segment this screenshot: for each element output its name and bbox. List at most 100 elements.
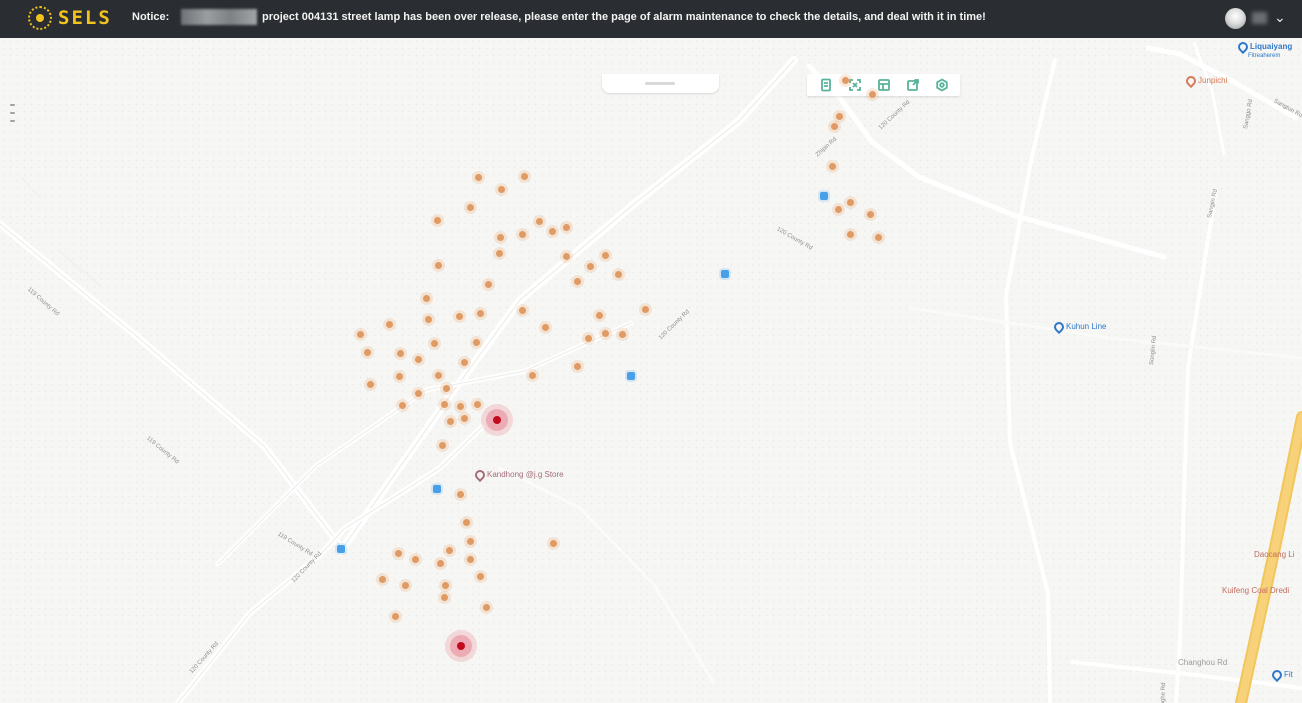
street-lamp-marker[interactable] — [842, 77, 849, 84]
street-lamp-marker[interactable] — [483, 604, 490, 611]
street-lamp-marker[interactable] — [423, 295, 430, 302]
street-lamp-marker[interactable] — [461, 359, 468, 366]
chevron-down-icon[interactable]: ⌄ — [1274, 9, 1286, 26]
map-facility-pin[interactable] — [337, 545, 345, 553]
street-lamp-marker[interactable] — [836, 113, 843, 120]
street-lamp-marker[interactable] — [364, 349, 371, 356]
app-logo[interactable]: SELS — [28, 6, 112, 30]
map-facility-pin[interactable] — [433, 485, 441, 493]
user-avatar[interactable] — [1225, 8, 1246, 29]
street-lamp-marker[interactable] — [467, 204, 474, 211]
alarm-lamp-marker[interactable] — [445, 630, 477, 662]
street-lamp-marker[interactable] — [831, 123, 838, 130]
street-lamp-marker[interactable] — [875, 234, 882, 241]
street-lamp-marker[interactable] — [536, 218, 543, 225]
street-lamp-marker[interactable] — [395, 550, 402, 557]
street-lamp-marker[interactable] — [847, 199, 854, 206]
street-lamp-marker[interactable] — [434, 217, 441, 224]
side-menu-handle[interactable] — [10, 104, 15, 122]
street-lamp-marker[interactable] — [467, 538, 474, 545]
street-lamp-marker[interactable] — [642, 306, 649, 313]
street-lamp-marker[interactable] — [477, 310, 484, 317]
street-lamp-marker[interactable] — [587, 263, 594, 270]
street-lamp-marker[interactable] — [563, 224, 570, 231]
street-lamp-marker[interactable] — [446, 547, 453, 554]
poi-liquaiyang[interactable]: Liquaiyang — [1235, 39, 1292, 55]
street-lamp-marker[interactable] — [829, 163, 836, 170]
street-lamp-marker[interactable] — [574, 363, 581, 370]
street-lamp-marker[interactable] — [519, 231, 526, 238]
street-lamp-marker[interactable] — [574, 278, 581, 285]
street-lamp-marker[interactable] — [441, 594, 448, 601]
map-facility-pin[interactable] — [721, 270, 729, 278]
map-canvas[interactable]: 119 County Rd 119 County Rd 119 County Rd 1… — [0, 38, 1302, 703]
street-lamp-marker[interactable] — [392, 613, 399, 620]
street-lamp-marker[interactable] — [529, 372, 536, 379]
street-lamp-marker[interactable] — [415, 390, 422, 397]
street-lamp-marker[interactable] — [467, 556, 474, 563]
poi-kuhun[interactable]: Kuhun Line — [1051, 319, 1106, 335]
street-lamp-marker[interactable] — [367, 381, 374, 388]
street-lamp-marker[interactable] — [435, 262, 442, 269]
street-lamp-marker[interactable] — [497, 234, 504, 241]
street-lamp-marker[interactable] — [474, 401, 481, 408]
street-lamp-marker[interactable] — [463, 519, 470, 526]
street-lamp-marker[interactable] — [435, 372, 442, 379]
street-lamp-marker[interactable] — [519, 307, 526, 314]
street-lamp-marker[interactable] — [867, 211, 874, 218]
notice-message[interactable]: project 004131 street lamp has been over… — [262, 11, 986, 23]
street-lamp-marker[interactable] — [835, 206, 842, 213]
street-lamp-marker[interactable] — [439, 442, 446, 449]
street-lamp-marker[interactable] — [473, 339, 480, 346]
street-lamp-marker[interactable] — [563, 253, 570, 260]
street-lamp-marker[interactable] — [441, 401, 448, 408]
export-icon[interactable] — [906, 78, 920, 92]
poi-junpu[interactable]: Junpichi — [1183, 73, 1227, 89]
grid-icon[interactable] — [877, 78, 891, 92]
poi-fit[interactable]: Fit — [1269, 667, 1293, 683]
street-lamp-marker[interactable] — [596, 312, 603, 319]
street-lamp-marker[interactable] — [386, 321, 393, 328]
street-lamp-marker[interactable] — [402, 582, 409, 589]
street-lamp-marker[interactable] — [498, 186, 505, 193]
street-lamp-marker[interactable] — [457, 491, 464, 498]
street-lamp-marker[interactable] — [442, 582, 449, 589]
street-lamp-marker[interactable] — [447, 418, 454, 425]
street-lamp-marker[interactable] — [456, 313, 463, 320]
poi-store[interactable]: Kandhong @j.g Store — [472, 467, 564, 483]
street-lamp-marker[interactable] — [431, 340, 438, 347]
street-lamp-marker[interactable] — [437, 560, 444, 567]
street-lamp-marker[interactable] — [585, 335, 592, 342]
street-lamp-marker[interactable] — [485, 281, 492, 288]
document-icon[interactable] — [819, 78, 833, 92]
street-lamp-marker[interactable] — [619, 331, 626, 338]
street-lamp-marker[interactable] — [475, 174, 482, 181]
street-lamp-marker[interactable] — [397, 350, 404, 357]
street-lamp-marker[interactable] — [457, 403, 464, 410]
street-lamp-marker[interactable] — [461, 415, 468, 422]
settings-icon[interactable] — [935, 78, 949, 92]
map-search-drawer[interactable] — [602, 74, 719, 93]
street-lamp-marker[interactable] — [496, 250, 503, 257]
street-lamp-marker[interactable] — [602, 330, 609, 337]
fullscreen-icon[interactable] — [848, 78, 862, 92]
street-lamp-marker[interactable] — [847, 231, 854, 238]
street-lamp-marker[interactable] — [357, 331, 364, 338]
street-lamp-marker[interactable] — [869, 91, 876, 98]
street-lamp-marker[interactable] — [412, 556, 419, 563]
map-facility-pin[interactable] — [627, 372, 635, 380]
street-lamp-marker[interactable] — [399, 402, 406, 409]
street-lamp-marker[interactable] — [379, 576, 386, 583]
street-lamp-marker[interactable] — [549, 228, 556, 235]
street-lamp-marker[interactable] — [550, 540, 557, 547]
street-lamp-marker[interactable] — [425, 316, 432, 323]
street-lamp-marker[interactable] — [396, 373, 403, 380]
street-lamp-marker[interactable] — [415, 356, 422, 363]
street-lamp-marker[interactable] — [477, 573, 484, 580]
alarm-lamp-marker[interactable] — [481, 404, 513, 436]
street-lamp-marker[interactable] — [602, 252, 609, 259]
street-lamp-marker[interactable] — [542, 324, 549, 331]
street-lamp-marker[interactable] — [615, 271, 622, 278]
street-lamp-marker[interactable] — [443, 385, 450, 392]
street-lamp-marker[interactable] — [521, 173, 528, 180]
